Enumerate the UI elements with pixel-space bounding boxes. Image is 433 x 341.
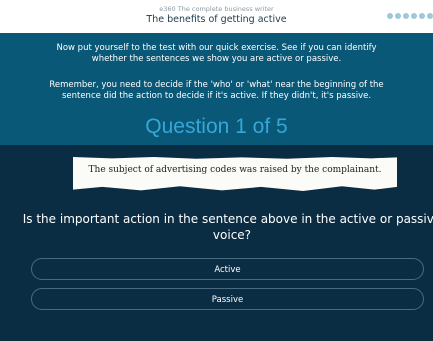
instructions-panel: Now put yourself to the test with our qu…	[0, 33, 433, 145]
page-title: The benefits of getting active	[146, 14, 287, 25]
answer-active-button[interactable]: Active	[31, 258, 424, 280]
instruction-text-1: Now put yourself to the test with our qu…	[56, 43, 377, 64]
question-text: Is the important action in the sentence …	[22, 212, 433, 242]
question-counter: Question 1 of 5	[145, 115, 288, 138]
progress-dot	[403, 13, 409, 19]
progress-dot	[427, 13, 433, 19]
progress-dot	[395, 13, 401, 19]
instruction-text-2: Remember, you need to decide if the 'who…	[49, 80, 384, 101]
example-sentence: The subject of advertising codes was rai…	[88, 165, 382, 175]
progress-indicator	[387, 13, 433, 21]
answer-passive-button[interactable]: Passive	[31, 288, 424, 310]
progress-dot	[411, 13, 417, 19]
quiz-panel: The subject of advertising codes was rai…	[0, 145, 433, 341]
header-bar: e360 The complete business writer The be…	[0, 0, 433, 33]
progress-dot	[387, 13, 393, 19]
sentence-paper-strip: The subject of advertising codes was rai…	[73, 157, 397, 191]
progress-dot	[419, 13, 425, 19]
course-name: e360 The complete business writer	[159, 5, 274, 13]
